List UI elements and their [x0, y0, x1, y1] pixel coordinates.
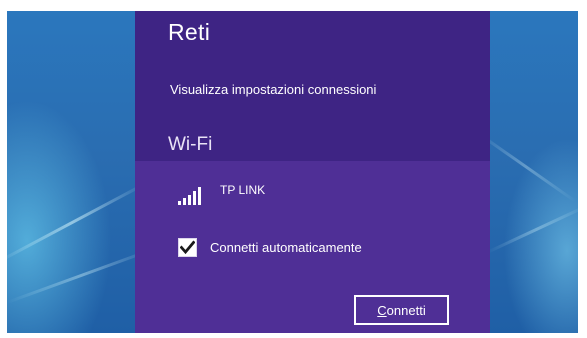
wifi-section-title: Wi-Fi — [168, 134, 213, 155]
checkmark-icon — [180, 240, 195, 255]
network-name: TP LINK — [220, 183, 266, 197]
wallpaper-streak — [476, 131, 577, 203]
auto-connect-label: Connetti automaticamente — [210, 240, 362, 255]
networks-panel: Reti Visualizza impostazioni connessioni… — [135, 11, 490, 333]
wallpaper-streak — [7, 181, 148, 264]
connect-button[interactable]: Connetti — [354, 295, 449, 325]
auto-connect-row: Connetti automaticamente — [178, 238, 438, 260]
wallpaper-streak — [486, 204, 578, 254]
panel-title: Reti — [168, 19, 211, 45]
view-connection-settings-link[interactable]: Visualizza impostazioni connessioni — [170, 82, 376, 97]
auto-connect-checkbox[interactable] — [178, 238, 197, 257]
network-item-tp-link[interactable]: TP LINK — [175, 179, 465, 209]
screen-frame: Reti Visualizza impostazioni connessioni… — [7, 11, 578, 333]
wifi-signal-bars-icon — [178, 187, 204, 205]
connect-button-label: Connetti — [377, 302, 426, 318]
